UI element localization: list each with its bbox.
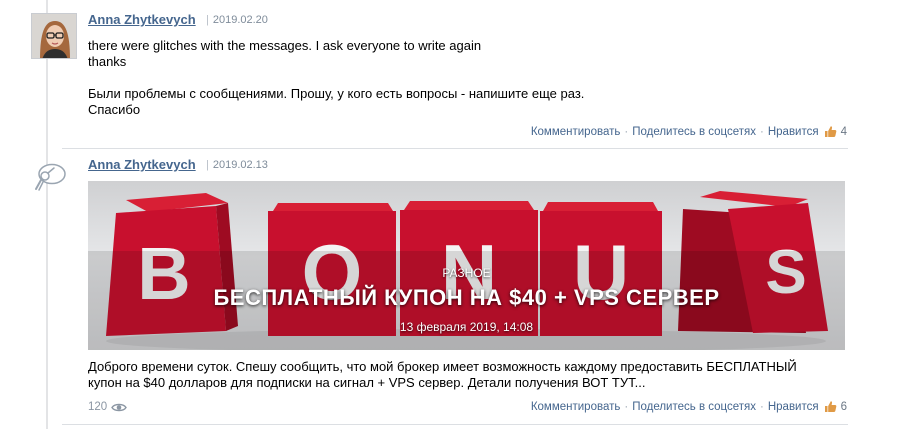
like-count: 6 xyxy=(840,400,847,413)
post-text-line: Были проблемы с сообщениями. Прошу, у ко… xyxy=(88,86,585,101)
eye-icon xyxy=(111,402,128,413)
post-actions: Комментировать · Поделитесь в соцсетях ·… xyxy=(531,400,847,413)
separator-dot: · xyxy=(760,125,764,138)
post-text-line: there were glitches with the messages. I… xyxy=(88,38,482,53)
post-author-link[interactable]: Anna Zhytkevych xyxy=(88,12,196,27)
views-counter: 120 xyxy=(88,401,128,413)
post-text-line: Спасибо xyxy=(88,102,141,117)
feed-post: Anna Zhytkevych | 2019.02.20 there were g… xyxy=(0,0,905,148)
post-text-line: Доброго времени суток. Спешу сообщить, ч… xyxy=(88,359,797,374)
article-date: 13 февраля 2019, 14:08 xyxy=(399,320,534,334)
like-count: 4 xyxy=(840,125,847,138)
separator-dot: · xyxy=(760,400,764,413)
avatar[interactable] xyxy=(31,13,77,59)
post-date: | 2019.02.13 xyxy=(206,159,268,171)
article-title[interactable]: БЕСПЛАТНЫЙ КУПОН НА $40 + VPS СЕРВЕР xyxy=(88,285,845,311)
comment-link[interactable]: Комментировать xyxy=(531,401,621,413)
post-text-line: купон на $40 долларов для подписки на си… xyxy=(88,375,646,390)
post-author-link[interactable]: Anna Zhytkevych xyxy=(88,157,196,172)
separator-dot: · xyxy=(624,400,629,413)
post-actions: Комментировать · Поделитесь в соцсетях ·… xyxy=(531,125,847,138)
like-link[interactable]: Нравится xyxy=(768,401,819,413)
article-category[interactable]: РАЗНОЕ xyxy=(88,266,845,280)
post-date-text: 2019.02.20 xyxy=(212,14,268,26)
thumbs-up-icon[interactable] xyxy=(824,125,837,138)
share-link[interactable]: Поделитесь в соцсетях xyxy=(632,126,756,138)
comment-link[interactable]: Комментировать xyxy=(531,126,621,138)
share-link[interactable]: Поделитесь в соцсетях xyxy=(632,401,756,413)
thumbs-up-icon[interactable] xyxy=(824,400,837,413)
views-count: 120 xyxy=(88,401,108,413)
separator-dot: · xyxy=(624,125,629,138)
post-date: | 2019.02.20 xyxy=(206,14,268,26)
post-date-text: 2019.02.13 xyxy=(212,159,268,171)
post-divider xyxy=(62,424,848,425)
like-link[interactable]: Нравится xyxy=(768,126,819,138)
post-text-line: thanks xyxy=(88,54,127,69)
article-banner[interactable]: B O N U S РАЗНОЕ БЕСПЛАТНЫЙ КУПОН НА $40… xyxy=(88,181,845,350)
